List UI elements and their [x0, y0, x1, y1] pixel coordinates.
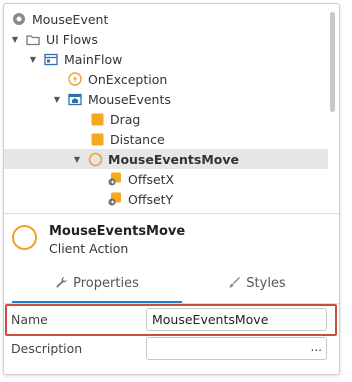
tree-item-offsety[interactable]: OffsetY — [4, 189, 328, 209]
block-icon — [90, 112, 104, 126]
tree-item-onexception[interactable]: OnException — [4, 69, 328, 89]
tree-item-mainflow[interactable]: ▼ MainFlow — [4, 49, 328, 69]
tree-item-label: OffsetX — [128, 171, 175, 187]
wrench-icon — [55, 276, 68, 291]
flow-icon — [44, 52, 58, 66]
tree-item-drag[interactable]: Drag — [4, 109, 328, 129]
tree-item-label: OffsetY — [128, 191, 174, 207]
exception-icon — [68, 72, 82, 86]
input-param-icon — [108, 192, 122, 206]
tree-item-ui-flows[interactable]: ▼ UI Flows — [4, 29, 328, 49]
element-header: MouseEventsMove Client Action — [4, 214, 339, 262]
tree-item-label: Drag — [110, 111, 141, 127]
tree-item-module[interactable]: MouseEvent — [4, 9, 328, 29]
tab-bar: Properties Styles — [4, 262, 339, 304]
client-action-icon — [88, 152, 102, 166]
more-button[interactable]: ... — [311, 340, 322, 354]
chevron-down-icon[interactable]: ▼ — [52, 95, 62, 104]
tree-item-mouseevents[interactable]: ▼ MouseEvents — [4, 89, 328, 109]
module-icon — [12, 12, 26, 26]
tree-item-label: Distance — [110, 131, 165, 147]
chevron-down-icon[interactable]: ▼ — [72, 155, 82, 164]
element-tree: MouseEvent ▼ UI Flows ▼ MainFlow OnExcep… — [4, 4, 339, 212]
tree-item-mouseeventsmove[interactable]: ▼ MouseEventsMove — [4, 149, 328, 169]
tree-item-offsetx[interactable]: OffsetX — [4, 169, 328, 189]
tree-item-label: MouseEvent — [32, 11, 109, 27]
properties-panel: MouseEvent ▼ UI Flows ▼ MainFlow OnExcep… — [3, 3, 340, 375]
brush-icon — [228, 276, 241, 291]
description-field[interactable]: ... — [146, 337, 327, 360]
folder-icon — [26, 32, 40, 46]
tab-label: Styles — [246, 275, 286, 291]
tab-styles[interactable]: Styles — [182, 262, 332, 304]
tree-item-label: UI Flows — [46, 31, 98, 47]
block-icon — [90, 132, 104, 146]
element-type: Client Action — [49, 241, 129, 256]
property-row-description: Description ... — [4, 334, 339, 364]
description-label: Description — [11, 341, 83, 356]
tree-scrollbar[interactable] — [330, 12, 335, 112]
element-name: MouseEventsMove — [49, 224, 186, 239]
chevron-down-icon[interactable]: ▼ — [10, 35, 20, 44]
tree-item-label: OnException — [88, 71, 168, 87]
name-row-highlight — [5, 304, 337, 336]
chevron-down-icon[interactable]: ▼ — [28, 55, 38, 64]
client-action-icon — [12, 225, 37, 250]
screen-icon — [68, 92, 82, 106]
tree-item-distance[interactable]: Distance — [4, 129, 328, 149]
tab-label: Properties — [73, 275, 139, 291]
tree-item-label: MouseEventsMove — [108, 151, 239, 167]
tree-item-label: MouseEvents — [88, 91, 171, 107]
tree-item-label: MainFlow — [64, 51, 123, 67]
tab-properties[interactable]: Properties — [12, 262, 182, 304]
input-param-icon — [108, 172, 122, 186]
